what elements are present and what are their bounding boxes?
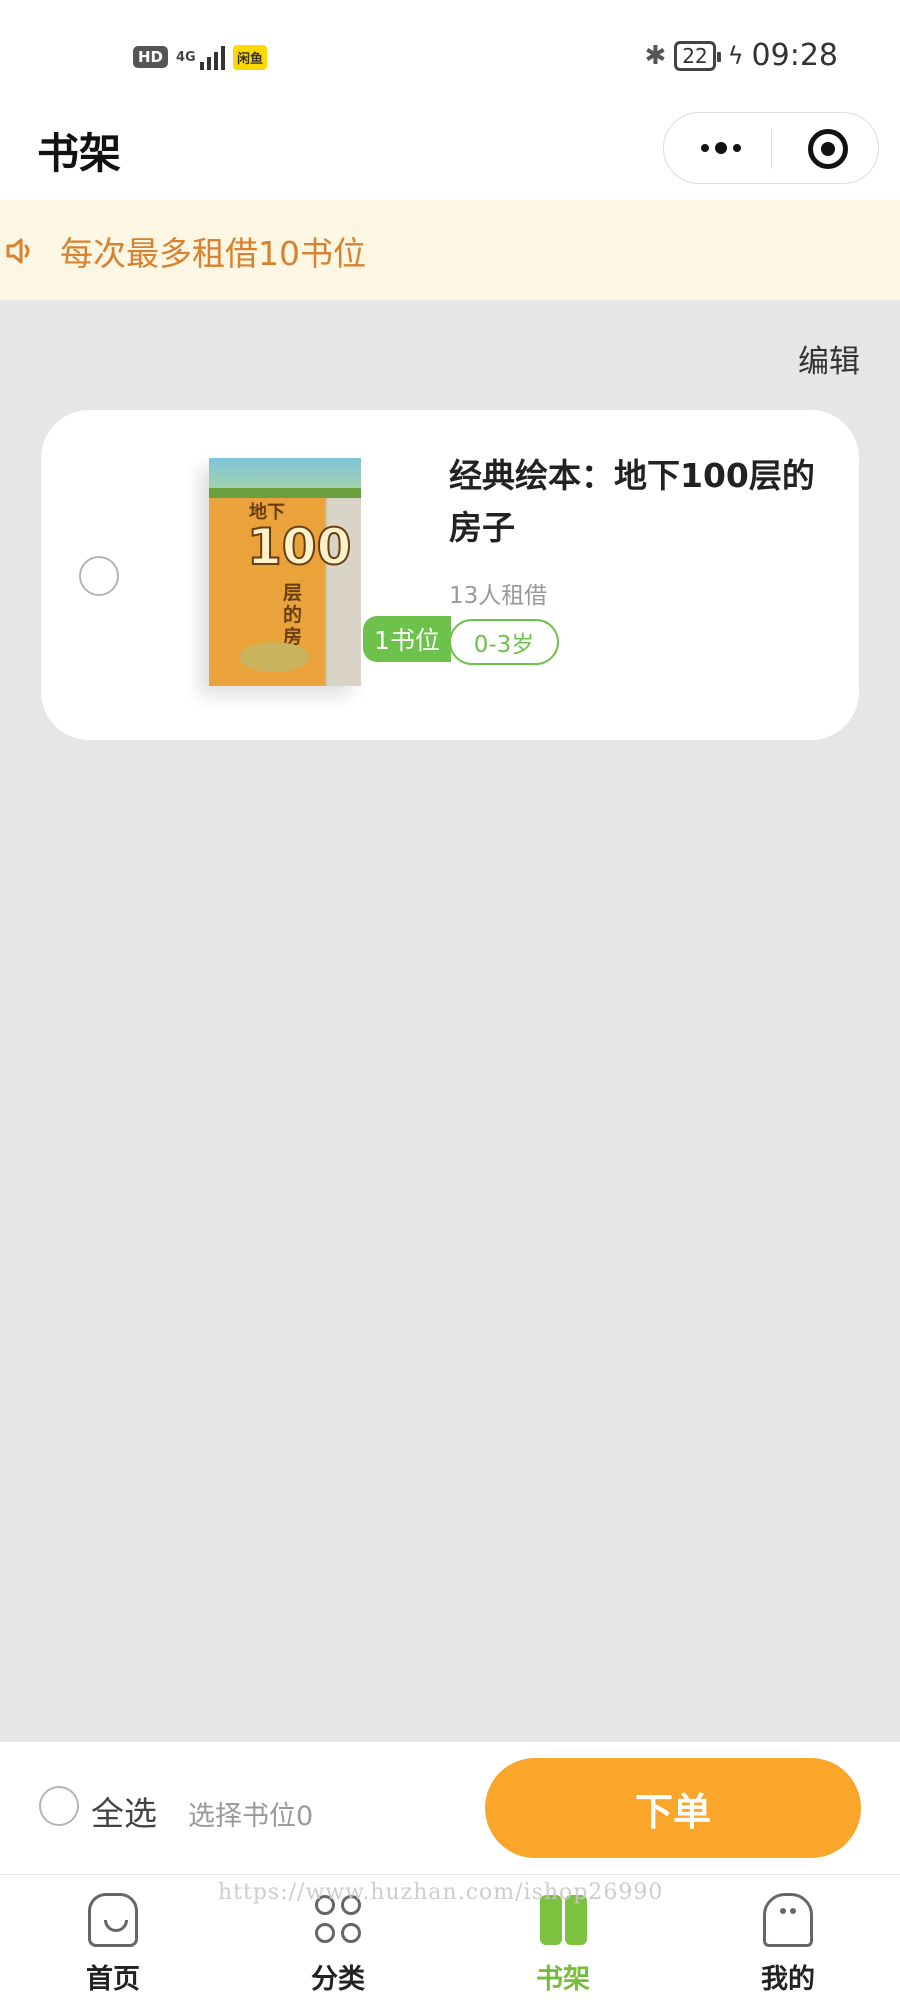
borrow-count: 13人租借 — [449, 583, 548, 609]
selected-slot-count: 选择书位0 — [188, 1801, 314, 1832]
app-notification-icon: 闲鱼 — [233, 44, 268, 70]
capsule-divider — [771, 129, 772, 169]
nav-header: 书架 — [0, 112, 900, 200]
speaker-icon — [6, 238, 30, 264]
hd-icon: HD — [133, 46, 169, 68]
tab-home[interactable]: 首页 — [43, 1875, 183, 2000]
tab-category-label: 分类 — [311, 1964, 365, 1995]
more-icon[interactable] — [696, 136, 746, 160]
age-tag: 0-3岁 — [449, 619, 559, 665]
notice-text: 每次最多租借10书位 — [60, 234, 366, 273]
book-card[interactable]: 地下 100 层的房子 1书位 经典绘本：地下100层的房子 13人租借 0-3… — [41, 410, 859, 740]
book-cover-image[interactable]: 地下 100 层的房子 — [209, 458, 361, 686]
tab-profile-label: 我的 — [761, 1964, 815, 1995]
network-type: 4G — [176, 49, 196, 65]
tab-home-label: 首页 — [86, 1964, 140, 1995]
mini-program-capsule — [663, 112, 879, 184]
signal-icon — [200, 44, 226, 70]
profile-icon — [763, 1893, 813, 1947]
tab-profile[interactable]: 我的 — [718, 1875, 858, 2000]
charging-icon: ϟ — [727, 41, 744, 70]
home-icon — [88, 1893, 138, 1947]
cover-number: 100 — [246, 517, 352, 577]
cover-grass — [209, 488, 361, 498]
book-select-checkbox[interactable] — [79, 556, 119, 596]
close-mini-program-icon[interactable] — [808, 129, 848, 169]
bottom-action-bar: 全选 选择书位0 下单 — [0, 1742, 900, 1874]
notice-banner: 每次最多租借10书位 — [0, 200, 900, 300]
book-title[interactable]: 经典绘本：地下100层的房子 — [449, 450, 829, 554]
select-all-label[interactable]: 全选 — [91, 1787, 157, 1835]
page-title: 书架 — [37, 129, 122, 178]
watermark: https://www.huzhan.com/ishop26990 — [218, 1880, 664, 1905]
clock: 09:28 — [751, 38, 838, 73]
bluetooth-icon: ✱ — [644, 40, 667, 71]
cover-illustration — [239, 642, 309, 672]
status-bar: HD 4G 闲鱼 ✱ 22 ϟ 09:28 — [0, 0, 900, 112]
slot-badge: 1书位 — [363, 616, 451, 662]
status-bar-right: ✱ 22 ϟ 09:28 — [644, 38, 838, 73]
status-bar-left: HD 4G 闲鱼 — [133, 40, 268, 74]
edit-button[interactable]: 编辑 — [798, 336, 860, 381]
select-all-checkbox[interactable] — [39, 1786, 79, 1826]
battery-icon: 22 — [674, 40, 722, 71]
tab-bookshelf-label: 书架 — [536, 1964, 590, 1995]
order-button[interactable]: 下单 — [485, 1758, 861, 1858]
